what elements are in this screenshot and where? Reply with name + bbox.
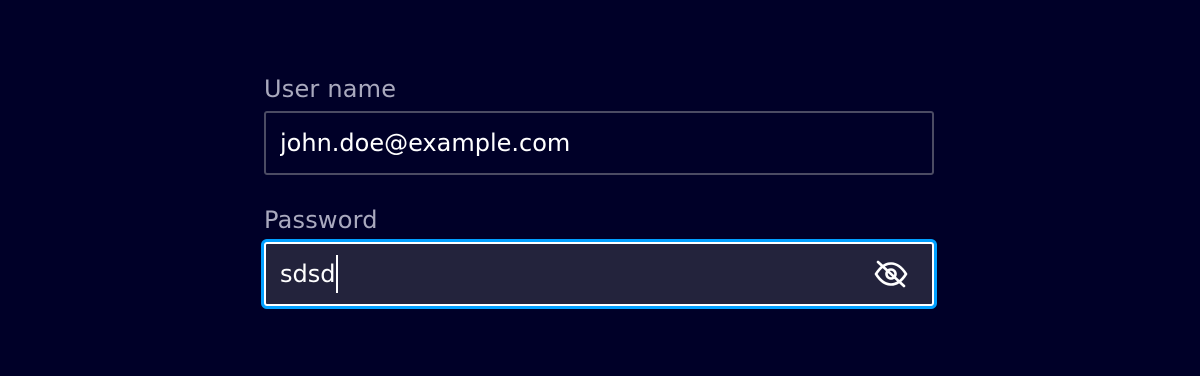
password-input[interactable]: sdsd [280, 244, 339, 304]
toggle-password-visibility-button[interactable] [872, 258, 910, 290]
login-form: User name Password sdsd [264, 74, 934, 306]
password-label: Password [264, 206, 378, 234]
password-input-box[interactable]: sdsd [264, 242, 934, 306]
username-field-group: User name [264, 74, 934, 175]
password-value: sdsd [280, 260, 336, 288]
username-input[interactable] [266, 113, 932, 173]
username-label: User name [264, 75, 397, 103]
password-field-group: Password sdsd [264, 205, 934, 306]
text-caret [336, 255, 339, 293]
eye-off-icon [874, 260, 908, 288]
username-input-box[interactable] [264, 111, 934, 175]
